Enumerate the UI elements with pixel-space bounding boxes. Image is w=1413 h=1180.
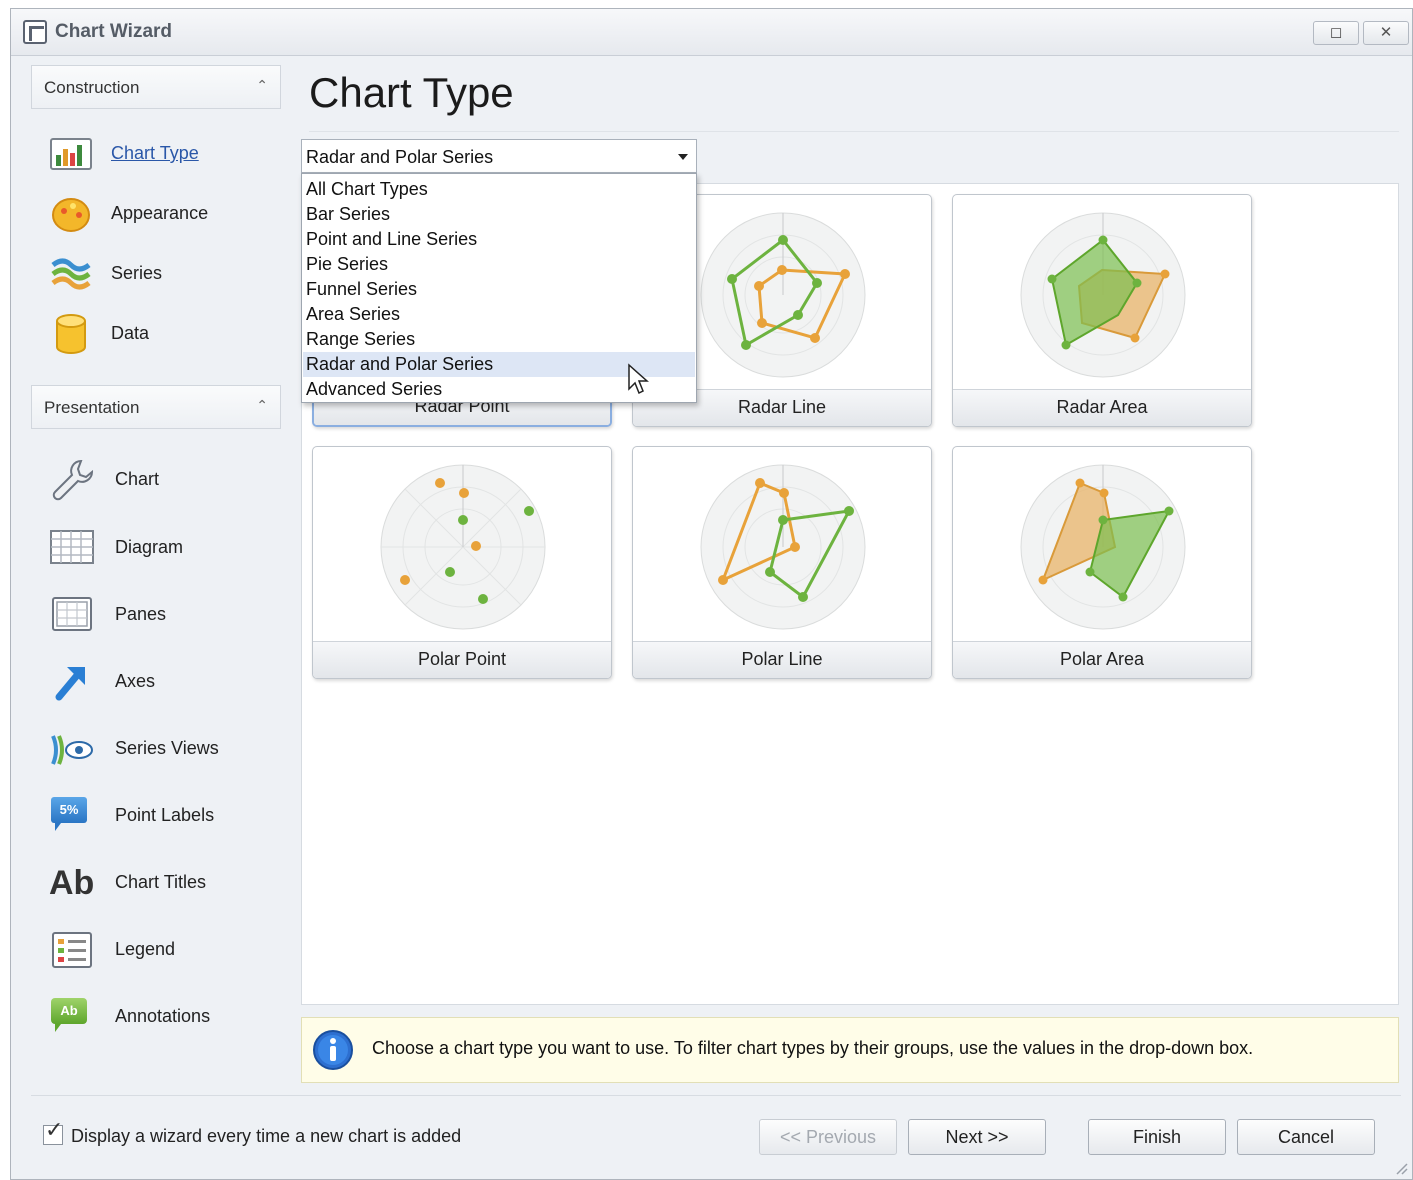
sidebar-item-label: Point Labels [115, 805, 215, 825]
polar-point-thumbnail [380, 464, 546, 630]
dropdown-option[interactable]: Range Series [303, 327, 695, 352]
sidebar-item-legend[interactable]: Legend [49, 925, 279, 975]
chevron-up-icon: ⌃ [256, 77, 268, 93]
sidebar-item-point-labels[interactable]: 5% Point Labels [49, 791, 279, 841]
title-bar[interactable]: Chart Wizard ◻ ✕ [11, 9, 1412, 56]
tile-caption: Polar Line [633, 641, 931, 678]
dropdown-option[interactable]: Funnel Series [303, 277, 695, 302]
group-header-construction[interactable]: Construction ⌃ [31, 65, 281, 109]
tile-caption: Polar Area [953, 641, 1251, 678]
group-header-presentation[interactable]: Presentation ⌃ [31, 385, 281, 429]
diagram-grid-icon [50, 530, 94, 564]
sidebar-item-label: Legend [115, 939, 176, 959]
chart-titles-icon: Ab [49, 864, 95, 902]
sidebar-item-label: Chart [115, 469, 160, 489]
series-views-icon [51, 735, 93, 765]
dropdown-arrow-icon[interactable] [678, 154, 688, 160]
sidebar-item-annotations[interactable]: Ab Annotations [49, 992, 279, 1042]
chart-type-tile-polar-line[interactable]: Polar Line [632, 446, 932, 679]
sidebar-item-label: Chart Titles [115, 872, 207, 892]
database-icon [56, 314, 86, 354]
palette-icon [52, 198, 90, 232]
filter-selected-value: Radar and Polar Series [306, 147, 494, 167]
wrench-icon [52, 459, 94, 501]
radar-area-thumbnail [1020, 212, 1186, 378]
sidebar-item-label: Series [111, 263, 163, 283]
sidebar-item-label: Diagram [115, 537, 184, 557]
chart-type-tile-polar-area[interactable]: Polar Area [952, 446, 1252, 679]
sidebar-item-label: Series Views [115, 738, 219, 758]
group-label: Presentation [44, 398, 140, 417]
sidebar-item-diagram[interactable]: Diagram [49, 523, 279, 573]
chevron-up-icon: ⌃ [256, 397, 268, 413]
panes-icon [52, 597, 92, 631]
tile-caption: Polar Point [313, 641, 611, 678]
annotations-icon: Ab [49, 994, 89, 1040]
next-button[interactable]: Next >> [908, 1119, 1046, 1155]
window-title: Chart Wizard [55, 21, 173, 42]
chart-type-tile-radar-area[interactable]: Radar Area [952, 194, 1252, 427]
annotations-badge: Ab [51, 998, 87, 1024]
sidebar-item-axes[interactable]: Axes [49, 657, 279, 707]
axes-arrow-icon [55, 667, 85, 701]
point-labels-badge: 5% [51, 797, 87, 823]
info-message: Choose a chart type you want to use. To … [372, 1038, 1254, 1058]
mouse-cursor-icon [628, 363, 649, 395]
sidebar-item-label: Data [111, 323, 150, 343]
sidebar-item-label: Panes [115, 604, 167, 624]
cancel-button[interactable]: Cancel [1237, 1119, 1375, 1155]
chart-type-tile-polar-point[interactable]: Polar Point [312, 446, 612, 679]
polar-area-thumbnail [1020, 464, 1186, 630]
close-icon: ✕ [1379, 24, 1393, 41]
legend-icon [52, 932, 92, 968]
tile-caption: Radar Area [953, 389, 1251, 426]
app-logo-icon [23, 20, 47, 44]
info-bar: Choose a chart type you want to use. To … [301, 1017, 1399, 1083]
sidebar-item-chart-type[interactable]: Chart Type [49, 129, 279, 179]
sidebar-item-chart[interactable]: Chart [49, 455, 279, 505]
sidebar-item-series[interactable]: Series [49, 249, 279, 299]
sidebar-item-label: Axes [115, 671, 156, 691]
group-label: Construction [44, 78, 140, 97]
bar-chart-icon [50, 138, 92, 170]
series-icon [51, 258, 91, 290]
info-icon [313, 1030, 353, 1070]
sidebar-item-panes[interactable]: Panes [49, 590, 279, 640]
close-button[interactable]: ✕ [1363, 21, 1409, 45]
sidebar-item-series-views[interactable]: Series Views [49, 724, 279, 774]
sidebar-item-label: Annotations [115, 1006, 211, 1026]
resize-grip-icon[interactable] [1394, 1161, 1408, 1175]
checkmark-icon: ✓ [45, 1117, 64, 1142]
sidebar-item-data[interactable]: Data [49, 309, 279, 359]
sidebar-item-chart-titles[interactable]: Ab Chart Titles [49, 858, 279, 908]
show-wizard-checkbox-label[interactable]: Display a wizard every time a new chart … [71, 1126, 461, 1147]
maximize-button[interactable]: ◻ [1313, 21, 1359, 45]
sidebar-item-label: Appearance [111, 203, 209, 223]
page-title: Chart Type [309, 69, 514, 116]
sidebar-item-appearance[interactable]: Appearance [49, 189, 279, 239]
polar-line-thumbnail [700, 464, 866, 630]
maximize-icon: ◻ [1329, 24, 1343, 41]
title-divider [309, 131, 1399, 132]
sidebar-item-label: Chart Type [111, 143, 199, 163]
dropdown-option[interactable]: Bar Series [303, 202, 695, 227]
chart-wizard-window: Chart Wizard ◻ ✕ Construction ⌃ Chart Ty… [10, 8, 1413, 1180]
dropdown-option[interactable]: All Chart Types [303, 177, 695, 202]
dropdown-option[interactable]: Point and Line Series [303, 227, 695, 252]
finish-button[interactable]: Finish [1088, 1119, 1226, 1155]
point-labels-icon: 5% [49, 793, 89, 839]
previous-button[interactable]: << Previous [759, 1119, 897, 1155]
footer-divider [31, 1095, 1401, 1096]
dropdown-option[interactable]: Area Series [303, 302, 695, 327]
chart-group-filter-select[interactable]: Radar and Polar Series [301, 139, 697, 173]
dropdown-option[interactable]: Pie Series [303, 252, 695, 277]
